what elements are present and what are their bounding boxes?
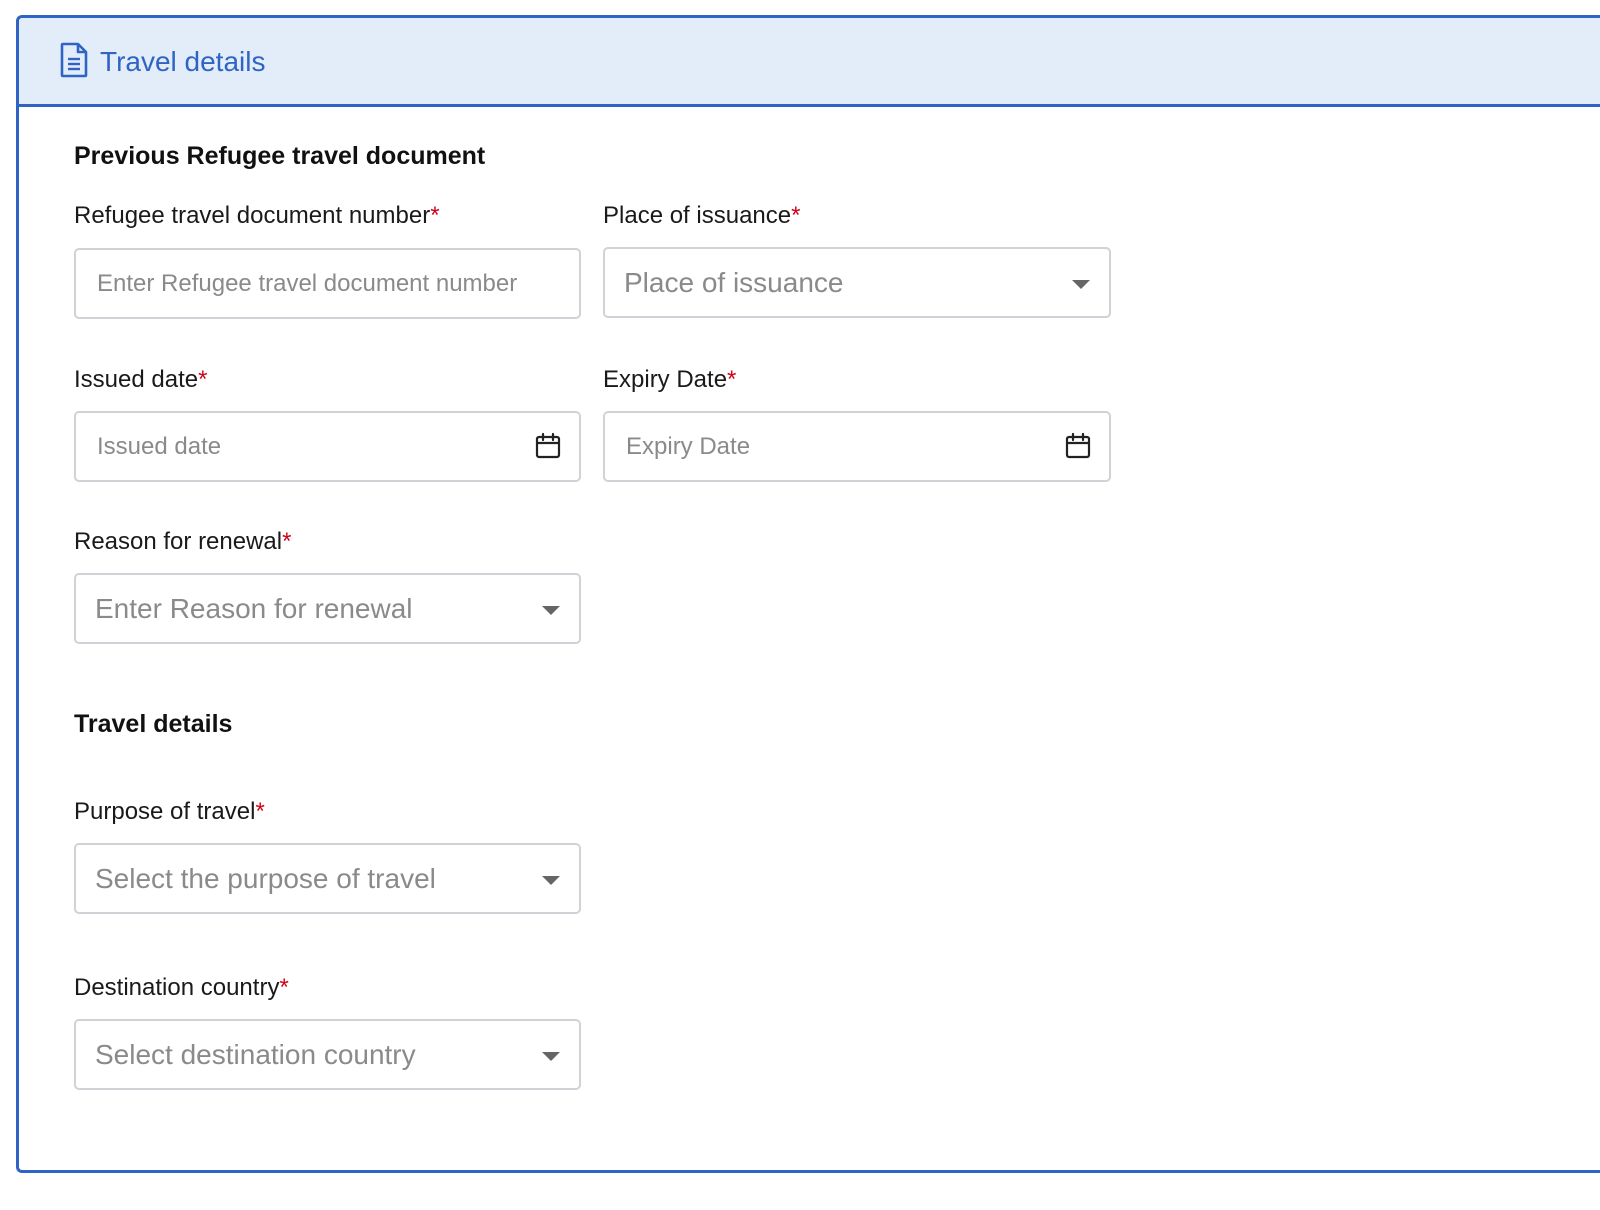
panel-title: Travel details bbox=[100, 46, 266, 77]
doc-number-input[interactable] bbox=[76, 250, 579, 317]
section-title-previous-document: Previous Refugee travel document bbox=[74, 142, 486, 170]
reason-for-renewal-select[interactable]: Enter Reason for renewal bbox=[74, 573, 581, 644]
expiry-date-input[interactable] bbox=[605, 413, 1109, 480]
doc-number-label: Refugee travel document number* bbox=[74, 201, 440, 231]
required-mark: * bbox=[198, 366, 208, 393]
reason-for-renewal-placeholder: Enter Reason for renewal bbox=[95, 593, 413, 624]
chevron-down-icon bbox=[542, 876, 560, 885]
expiry-date-label: Expiry Date* bbox=[603, 365, 736, 395]
panel-header[interactable]: Travel details bbox=[19, 18, 1600, 107]
issued-date-label-text: Issued date bbox=[74, 366, 199, 393]
destination-country-label-text: Destination country bbox=[74, 974, 280, 1001]
expiry-date-field[interactable] bbox=[603, 411, 1111, 482]
required-mark: * bbox=[430, 202, 440, 229]
purpose-of-travel-label-text: Purpose of travel bbox=[74, 798, 256, 825]
required-mark: * bbox=[791, 202, 801, 229]
place-of-issuance-placeholder: Place of issuance bbox=[624, 267, 844, 298]
calendar-icon[interactable] bbox=[535, 432, 561, 460]
expiry-date-label-text: Expiry Date bbox=[603, 366, 728, 393]
section-title-travel-details: Travel details bbox=[74, 710, 233, 738]
destination-country-label: Destination country* bbox=[74, 973, 289, 1003]
place-of-issuance-select[interactable]: Place of issuance bbox=[603, 247, 1111, 318]
required-mark: * bbox=[282, 528, 292, 555]
travel-details-panel: Travel details Previous Refugee travel d… bbox=[16, 15, 1600, 1173]
purpose-of-travel-label: Purpose of travel* bbox=[74, 797, 265, 827]
doc-number-field[interactable] bbox=[74, 248, 581, 319]
chevron-down-icon bbox=[542, 606, 560, 615]
required-mark: * bbox=[279, 974, 289, 1001]
reason-for-renewal-label-text: Reason for renewal bbox=[74, 528, 283, 555]
issued-date-field[interactable] bbox=[74, 411, 581, 482]
issued-date-label: Issued date* bbox=[74, 365, 207, 395]
place-of-issuance-label: Place of issuance* bbox=[603, 201, 800, 231]
required-mark: * bbox=[727, 366, 737, 393]
doc-number-label-text: Refugee travel document number bbox=[74, 202, 431, 229]
issued-date-input[interactable] bbox=[76, 413, 579, 480]
purpose-of-travel-select[interactable]: Select the purpose of travel bbox=[74, 843, 581, 914]
calendar-icon[interactable] bbox=[1065, 432, 1091, 460]
chevron-down-icon bbox=[542, 1052, 560, 1061]
purpose-of-travel-placeholder: Select the purpose of travel bbox=[95, 863, 436, 894]
document-icon bbox=[60, 42, 88, 78]
place-of-issuance-label-text: Place of issuance bbox=[603, 202, 792, 229]
chevron-down-icon bbox=[1072, 280, 1090, 289]
destination-country-select[interactable]: Select destination country bbox=[74, 1019, 581, 1090]
destination-country-placeholder: Select destination country bbox=[95, 1039, 416, 1070]
required-mark: * bbox=[255, 798, 265, 825]
reason-for-renewal-label: Reason for renewal* bbox=[74, 527, 291, 557]
